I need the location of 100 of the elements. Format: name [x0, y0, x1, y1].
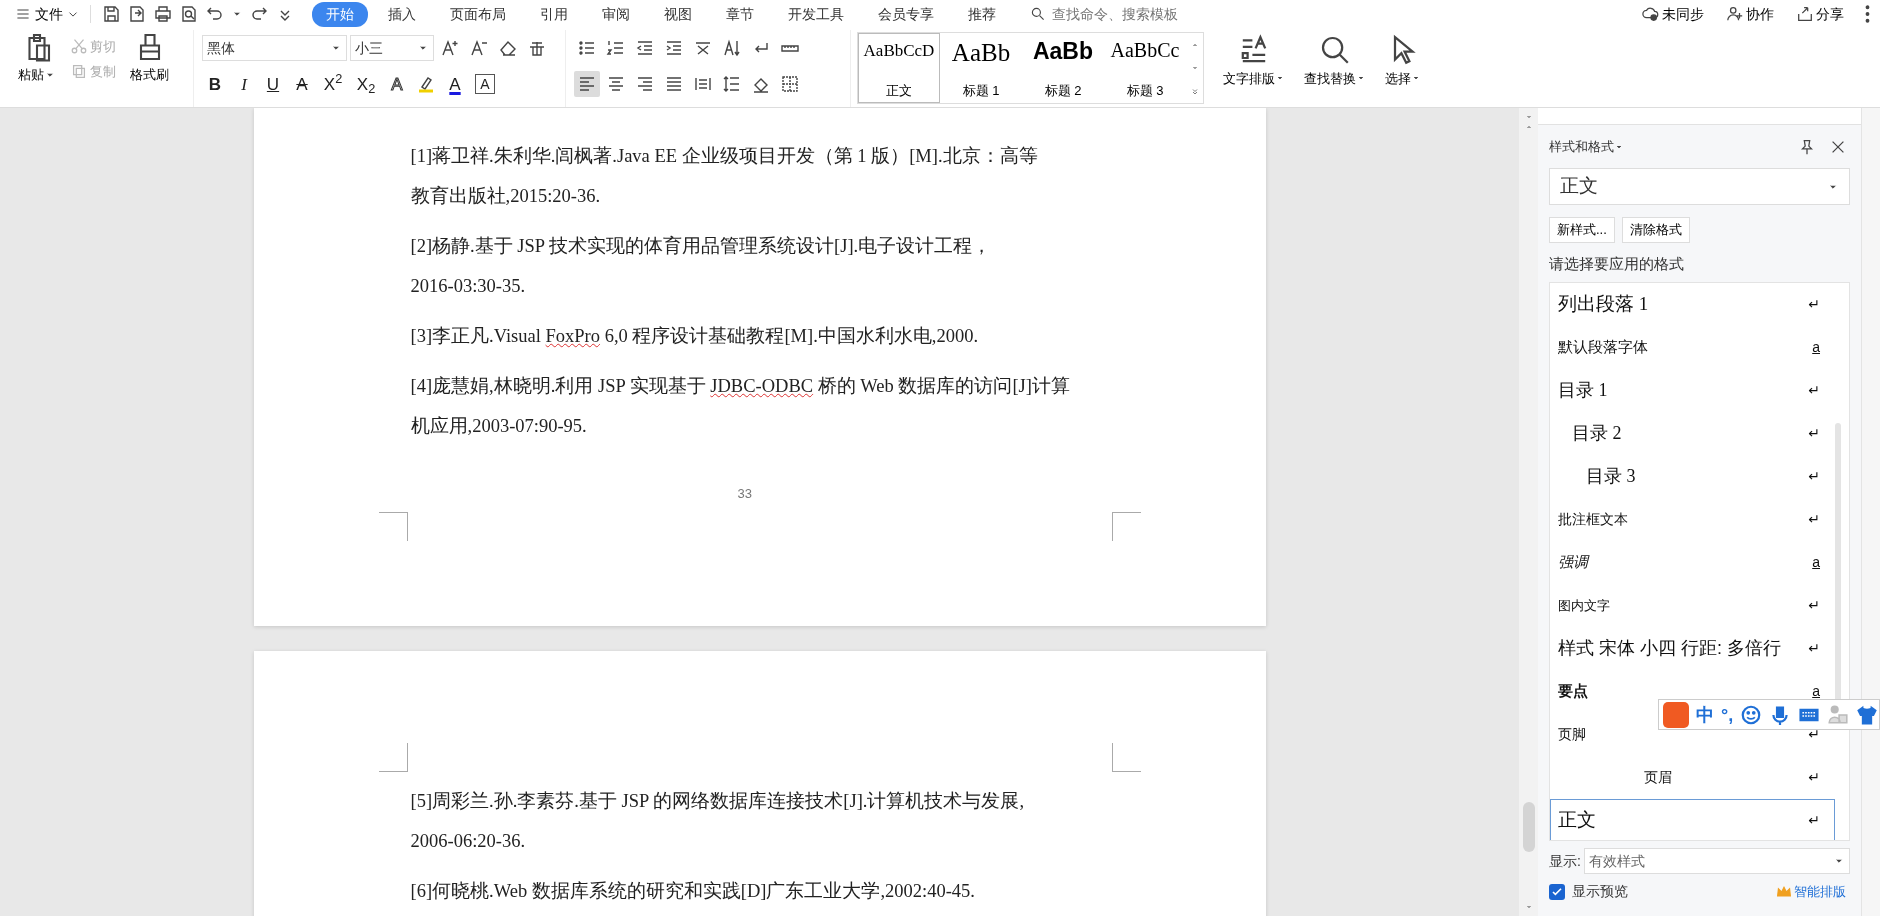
margin-corner-mark — [378, 743, 408, 772]
eraser-icon — [498, 38, 518, 58]
reference-paragraph: [3]李正凡.Visual FoxPro 6,0 程序设计基础教程[M].中国水利水电,2000. — [410, 325, 980, 348]
top-action-button[interactable]: 分享 — [1792, 2, 1848, 26]
align-right-icon — [635, 74, 655, 94]
copy-icon — [70, 62, 88, 81]
align-button[interactable] — [574, 71, 600, 97]
smart-layout-button[interactable]: 智能排版 — [1772, 881, 1850, 903]
spacing-icon — [722, 74, 742, 94]
scroll-thumb[interactable] — [1522, 802, 1535, 852]
print-icon — [153, 4, 173, 24]
margin-corner-mark — [378, 512, 408, 541]
align-center-icon — [606, 74, 626, 94]
font-format-button[interactable]: A — [289, 70, 315, 98]
bullets-icon — [577, 38, 597, 58]
ribbon-tab[interactable]: 推荐 — [954, 1, 1010, 27]
menu-icon — [15, 6, 31, 22]
show-label: 显示: — [1549, 851, 1581, 871]
ribbon-tab[interactable]: 审阅 — [588, 1, 644, 27]
margin-corner-mark — [1111, 743, 1141, 772]
font-format-button[interactable]: B — [202, 70, 228, 98]
align-left-icon — [577, 74, 597, 94]
indent-icon — [664, 38, 684, 58]
reference-paragraph: [2]杨静.基于 JSP 技术实现的体育用品管理系统设计[J].电子设计工程， 2016-03:30-35. — [410, 234, 993, 298]
grow-icon — [440, 38, 460, 58]
ime-logo-icon — [1663, 701, 1689, 728]
ribbon-tab[interactable]: 页面布局 — [436, 1, 520, 27]
share-icon — [1796, 5, 1814, 23]
page-number: 33 — [737, 485, 752, 503]
shirt-icon — [1856, 703, 1879, 726]
select-button[interactable]: 选择 — [1379, 33, 1427, 88]
font-format-button[interactable]: A — [384, 70, 410, 98]
ime-mode-button[interactable]: 中 — [1696, 705, 1714, 724]
file-menu[interactable]: 文件 — [12, 3, 83, 25]
ribbon-tab[interactable]: 会员专享 — [864, 1, 948, 27]
kebab-icon — [1865, 5, 1870, 23]
sort-icon — [722, 38, 742, 58]
find-button[interactable]: 查找替换 — [1298, 33, 1372, 88]
ribbon-tab[interactable]: 开发工具 — [774, 1, 858, 27]
numbers-icon — [606, 38, 626, 58]
panel-button[interactable]: 新样式... — [1549, 217, 1615, 243]
style-gallery-item[interactable]: AaBbCcD 正文 — [858, 33, 940, 103]
style-list-item[interactable]: 批注框文本 ↵ — [1550, 498, 1835, 541]
style-list-item[interactable]: 列出段落 1 ↵ — [1550, 283, 1835, 326]
export-icon — [127, 4, 147, 24]
sync-icon — [1642, 5, 1660, 23]
font-size-select[interactable]: 小三 — [350, 35, 434, 61]
show-filter-select[interactable]: 有效样式 — [1584, 848, 1850, 874]
style-list-item[interactable]: 目录 2 ↵ — [1550, 412, 1835, 455]
font-format-button[interactable]: U — [260, 70, 286, 98]
top-action-button[interactable]: 未同步 — [1638, 2, 1708, 26]
top-action-button[interactable]: 协作 — [1722, 2, 1778, 26]
outdent-icon — [635, 38, 655, 58]
font-format-button[interactable]: X$^{2}$ — [318, 70, 348, 98]
ribbon-tab[interactable]: 插入 — [374, 1, 430, 27]
paste-button[interactable]: 粘贴 — [12, 32, 62, 85]
style-gallery-item[interactable]: AaBb 标题 2 — [1022, 33, 1104, 103]
borders-icon — [780, 74, 800, 94]
emoji-icon — [1740, 703, 1763, 726]
panel-title: 样式和格式 — [1549, 138, 1614, 157]
font-format-button[interactable]: X$_{2}$ — [351, 70, 381, 98]
panel-button[interactable]: 清除格式 — [1621, 217, 1690, 243]
format-painter-button[interactable]: 格式刷 — [124, 32, 175, 85]
search-icon — [1030, 6, 1046, 22]
preview-icon — [179, 4, 199, 24]
ribbon-tab[interactable]: 视图 — [650, 1, 706, 27]
current-style-select[interactable]: 正文 — [1549, 168, 1850, 205]
shrink-icon — [469, 38, 489, 58]
preview-checkbox[interactable]: 显示预览 — [1549, 881, 1628, 903]
reference-paragraph: [4]庞慧娟,林晓明.利用 JSP 实现基于 JDBC-ODBC 桥的 Web 数据库的访问[J]计算 机应用,2003-07:90-95. — [410, 375, 1071, 438]
style-list-item[interactable]: 图内文字 ↵ — [1550, 584, 1835, 627]
reference-paragraph: [6]何晓桃.Web 数据库系统的研究和实践[D]广东工业大学,2002:40-45. — [410, 880, 976, 903]
style-gallery-item[interactable]: AaBbCc 标题 3 — [1104, 33, 1186, 103]
reference-paragraph: [1]蒋卫祥.朱利华.闾枫著.Java EE 企业级项目开发（第 1 版）[M].北京：高等 教育出版社,2015:20-36. — [410, 145, 1039, 208]
margin-corner-mark — [1111, 512, 1141, 541]
cut-icon — [70, 37, 88, 56]
style-gallery-item[interactable]: AaBb 标题 1 — [940, 33, 1022, 103]
font-name-select[interactable]: 黑体 — [202, 35, 347, 61]
style-prompt: 请选择要应用的格式 — [1549, 253, 1685, 274]
ribbon-tab[interactable]: 开始 — [312, 1, 368, 27]
save-icon — [101, 4, 121, 24]
person-icon — [1827, 703, 1850, 726]
layout-button[interactable]: 文字排版 — [1217, 33, 1291, 88]
punctuation-button[interactable]: °, — [1721, 705, 1734, 724]
font-format-button[interactable]: A — [475, 74, 495, 94]
style-list-item[interactable]: 强调 a — [1550, 541, 1835, 584]
font-format-button[interactable]: A — [442, 70, 468, 98]
search-field[interactable]: 查找命令、搜索模板 — [1030, 2, 1190, 26]
style-list-item[interactable]: 正文 ↵ — [1550, 799, 1835, 840]
ribbon-tab[interactable]: 引用 — [526, 1, 582, 27]
style-list-item[interactable]: 目录 1 ↵ — [1550, 369, 1835, 412]
font-format-button[interactable]: I — [231, 70, 257, 98]
collab-icon — [1726, 5, 1744, 23]
ribbon-tab[interactable]: 章节 — [712, 1, 768, 27]
style-list-item[interactable]: 默认段落字体 a — [1550, 326, 1835, 369]
align-justify-icon — [664, 74, 684, 94]
style-list-item[interactable]: 页眉 ↵ — [1550, 756, 1835, 799]
style-list-item[interactable]: 样式 宋体 小四 行距: 多倍行 ↵ — [1550, 627, 1835, 670]
style-list-item[interactable]: 目录 3 ↵ — [1550, 455, 1835, 498]
highlight-icon — [416, 74, 436, 94]
